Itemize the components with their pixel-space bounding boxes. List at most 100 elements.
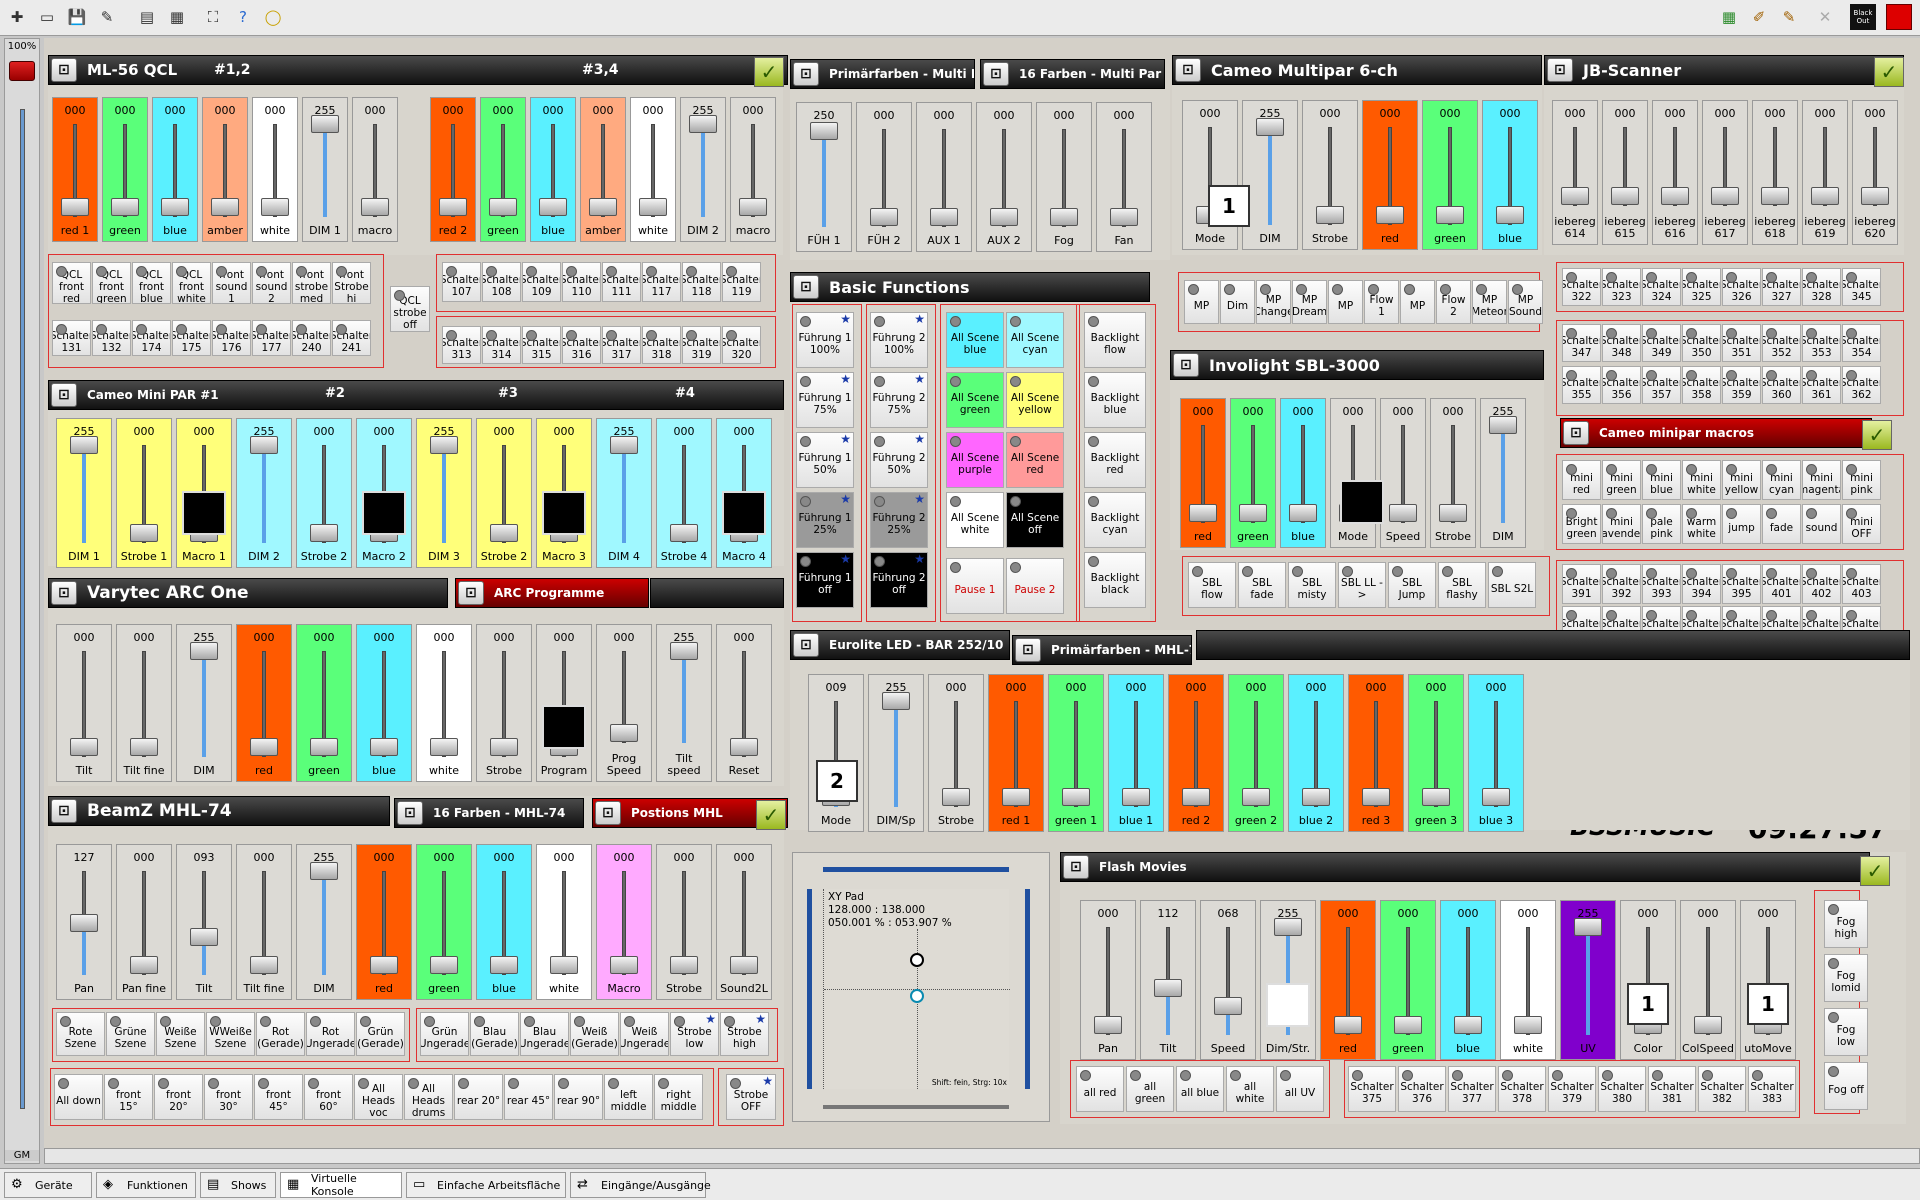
fader-knob[interactable] <box>161 198 189 216</box>
fader-knob[interactable] <box>1482 788 1510 806</box>
switch-button[interactable]: Schalter 379 <box>1548 1066 1596 1112</box>
fader[interactable]: 000 green <box>102 97 148 242</box>
fader[interactable]: 000 blue 2 <box>1288 674 1344 832</box>
fullscreen-icon[interactable]: ⛶ <box>200 4 226 30</box>
ml56-button[interactable]: QCL front green <box>92 262 131 304</box>
fader-knob[interactable] <box>310 862 338 880</box>
frame-icon[interactable]: ⊡ <box>793 275 819 299</box>
ml56-button[interactable]: Schalter 240 <box>292 320 331 356</box>
fader[interactable]: 000 macro <box>730 97 776 242</box>
macro-button[interactable]: mini white <box>1682 460 1721 500</box>
position-button[interactable]: left middle <box>604 1074 653 1120</box>
all-scene-button[interactable]: All Scene yellow <box>1006 372 1064 428</box>
fader-knob[interactable] <box>190 928 218 947</box>
strobe-off-button[interactable]: Strobe OFF <box>726 1074 776 1120</box>
fader[interactable]: 255 UV <box>1560 900 1616 1060</box>
cameo-button[interactable]: Flow 2 <box>1436 280 1471 324</box>
xy-cursor-icon[interactable] <box>910 989 924 1003</box>
fader[interactable]: 000 Prog Speed <box>596 624 652 782</box>
cameo-button[interactable]: MP Dream <box>1292 280 1327 324</box>
fader[interactable]: 000 iebereg 616 <box>1652 100 1698 245</box>
mhl-scene-button[interactable]: Rot Ungerade <box>306 1012 355 1056</box>
save-icon[interactable]: 💾 <box>64 4 90 30</box>
fuehrung2-button[interactable]: Führung 2 100% <box>870 312 928 368</box>
ml56-button[interactable]: Schalter 110 <box>562 262 601 302</box>
fader-knob[interactable] <box>1489 416 1517 434</box>
fader[interactable]: 000 red 3 <box>1348 674 1404 832</box>
backlight-button[interactable]: Backlight flow <box>1084 312 1146 368</box>
fader-knob[interactable] <box>1661 187 1689 205</box>
fader-knob[interactable] <box>250 436 278 454</box>
all-scene-button[interactable]: All Scene white <box>946 492 1004 548</box>
fader[interactable]: 255 DIM 2 <box>236 418 292 568</box>
gm-slider-knob[interactable] <box>9 61 35 81</box>
switch-button[interactable]: Schalter 401 <box>1762 564 1801 604</box>
fader[interactable]: 000 green <box>480 97 526 242</box>
mhl-scene-button[interactable]: Grün (Gerade) <box>356 1012 405 1056</box>
jb-button[interactable]: Schalter 348 <box>1602 324 1641 362</box>
fader[interactable]: 250 FÜH 1 <box>796 102 852 252</box>
fader[interactable]: 000 green <box>416 844 472 1000</box>
fuehrung1-button[interactable]: Führung 1 75% <box>796 372 854 428</box>
fader[interactable]: 000 Strobe 2 <box>476 418 532 568</box>
fader-knob[interactable] <box>1289 504 1317 522</box>
fader[interactable]: 000 blue 1 <box>1108 674 1164 832</box>
frame-icon[interactable]: ⊡ <box>51 383 77 407</box>
backlight-button[interactable]: Backlight cyan <box>1084 492 1146 548</box>
fader[interactable]: 000 white <box>416 624 472 782</box>
fuehrung2-button[interactable]: Führung 2 off <box>870 552 928 608</box>
jb-button[interactable]: Schalter 345 <box>1842 268 1881 306</box>
jb-button[interactable]: Schalter 347 <box>1562 324 1601 362</box>
ml56-button[interactable]: Schalter 176 <box>212 320 251 356</box>
jb-button[interactable]: Schalter 358 <box>1682 366 1721 404</box>
fader[interactable]: 000 AUX 2 <box>976 102 1032 252</box>
ml56-button[interactable]: Schalter 313 <box>442 326 481 364</box>
fader[interactable]: 000 green <box>1380 900 1436 1060</box>
fader-knob[interactable] <box>430 738 458 756</box>
fader[interactable]: 000 Fog <box>1036 102 1092 252</box>
macro-button[interactable]: mini red <box>1562 460 1601 500</box>
fader[interactable]: 000 blue <box>356 624 412 782</box>
edit-mode-icon[interactable]: ✎ <box>94 4 120 30</box>
frame-icon[interactable]: ⊡ <box>51 58 77 82</box>
fader[interactable]: 000 green <box>1422 100 1478 250</box>
mhl-scene-button[interactable]: Weiß Ungerade <box>620 1012 669 1056</box>
tab-2[interactable]: ▤ Shows <box>200 1172 276 1198</box>
fuehrung2-button[interactable]: Führung 2 50% <box>870 432 928 488</box>
fader-knob[interactable] <box>1611 187 1639 205</box>
mhl-scene-button[interactable]: Blau Ungerade <box>520 1012 569 1056</box>
switch-button[interactable]: Schalter 375 <box>1348 1066 1396 1112</box>
fader[interactable]: 255 DIM <box>296 844 352 1000</box>
switch-button[interactable]: Schalter 381 <box>1648 1066 1696 1112</box>
gm-track[interactable] <box>20 109 25 1109</box>
fader[interactable]: 000 red <box>236 624 292 782</box>
macro-button[interactable]: warm white <box>1682 504 1721 544</box>
fader[interactable]: 000 amber <box>202 97 248 242</box>
fader-knob[interactable] <box>211 198 239 216</box>
cameo-button[interactable]: MP <box>1184 280 1219 324</box>
macro-button[interactable]: mini OFF <box>1842 504 1881 544</box>
fader[interactable]: 000 amber <box>580 97 626 242</box>
jb-button[interactable]: Schalter 353 <box>1802 324 1841 362</box>
macro-button[interactable]: mini yellow <box>1722 460 1761 500</box>
fader-knob[interactable] <box>589 198 617 216</box>
mhl-scene-button[interactable]: Rote Szene <box>56 1012 105 1056</box>
blackout-button[interactable]: Black Out <box>1850 4 1876 30</box>
fader-knob[interactable] <box>539 198 567 216</box>
frame-icon[interactable]: ⊡ <box>983 62 1009 86</box>
ml56-button[interactable]: QCL front red <box>52 262 91 304</box>
fader[interactable]: 000 blue <box>1280 398 1326 548</box>
fader-knob[interactable] <box>1362 788 1390 806</box>
macro-color-box[interactable] <box>722 491 766 535</box>
backlight-button[interactable]: Backlight black <box>1084 552 1146 608</box>
fuehrung1-button[interactable]: Führung 1 50% <box>796 432 854 488</box>
fader-knob[interactable] <box>1574 918 1602 936</box>
fader[interactable]: 000 red 1 <box>988 674 1044 832</box>
fader[interactable]: 000 green <box>1230 398 1276 548</box>
ml56-button[interactable]: Schalter 107 <box>442 262 481 302</box>
ml56-button[interactable]: Schalter 175 <box>172 320 211 356</box>
pause-button[interactable]: Pause 2 <box>1006 558 1064 614</box>
fader[interactable]: 000 AUX 1 <box>916 102 972 252</box>
fader-knob[interactable] <box>670 956 698 974</box>
mode-color-box[interactable] <box>1340 480 1384 524</box>
